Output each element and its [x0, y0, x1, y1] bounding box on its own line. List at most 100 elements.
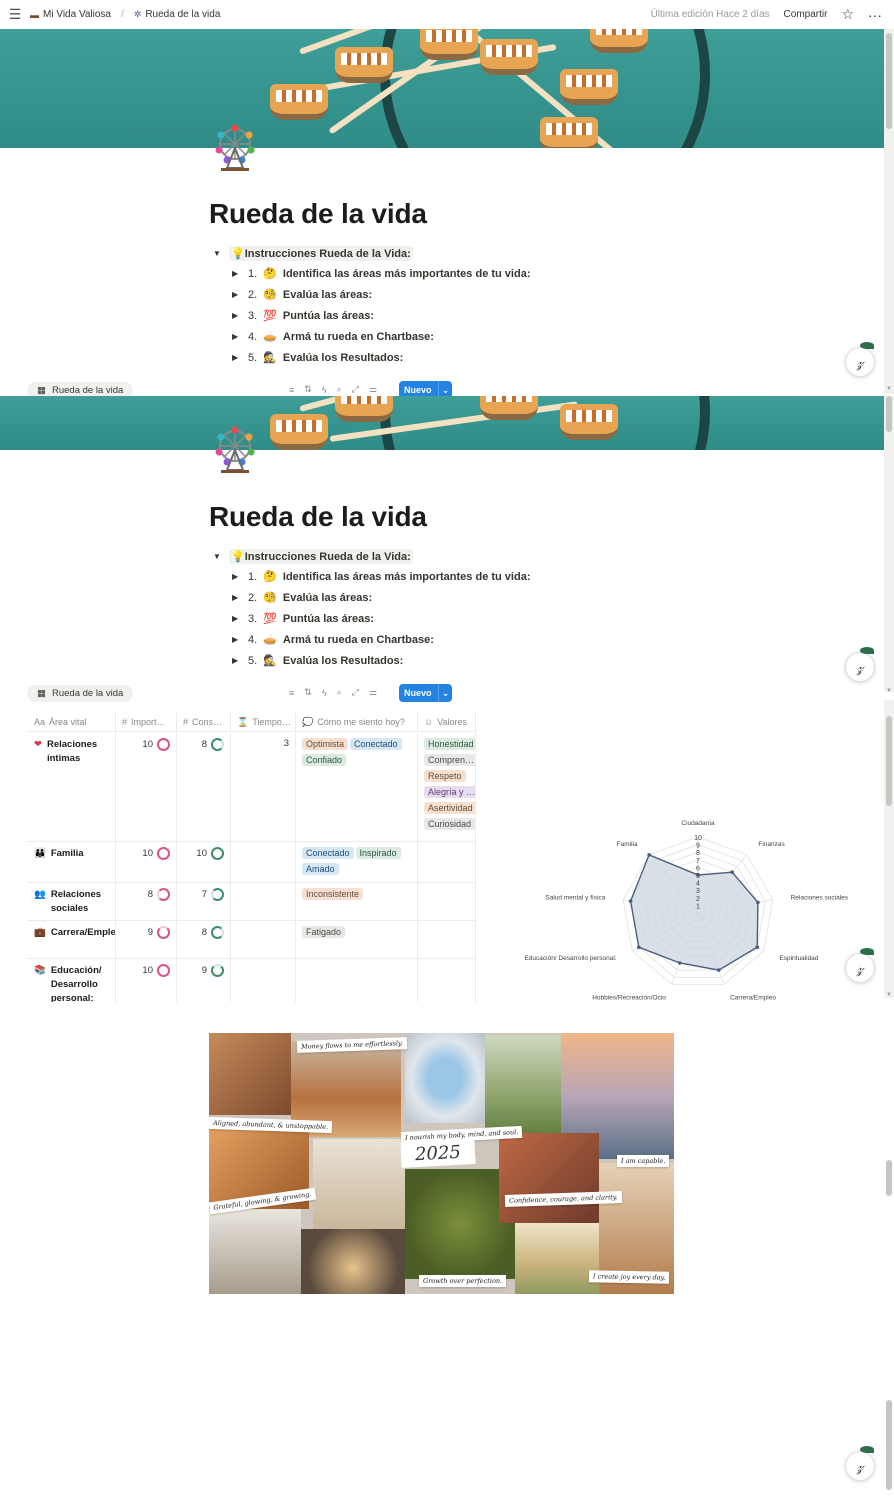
new-button[interactable]: Nuevo ⌄ — [399, 684, 452, 702]
instructions-title: Instrucciones Rueda de la Vida: — [244, 248, 411, 260]
step-toggle[interactable]: ▶ 4. 🥧 Armá tu rueda en Chartbase: — [232, 330, 434, 344]
step-toggle[interactable]: ▶ 2. 🧐 Evalúa las áreas: — [232, 288, 372, 302]
photo-friends — [499, 1133, 599, 1223]
step-toggle[interactable]: ▶ 5. 🕵 Evalúa los Resultados: — [232, 654, 403, 668]
table-row[interactable]: 💼 Carrera/Empleo 9 8 Fatigado — [28, 921, 476, 959]
automation-icon[interactable]: ϟ — [322, 385, 327, 395]
triangle-down-icon[interactable]: ▼ — [213, 552, 223, 561]
radar-point — [678, 961, 682, 965]
share-button[interactable]: Compartir — [784, 9, 828, 20]
filter-icon[interactable]: ≡ — [289, 688, 294, 698]
triangle-right-icon[interactable]: ▶ — [232, 572, 242, 581]
triangle-right-icon[interactable]: ▶ — [232, 614, 242, 623]
assistant-avatar-button[interactable]: 𝓏 — [845, 342, 875, 377]
step-number: 5. — [248, 654, 258, 667]
expand-icon[interactable]: ⤢ — [352, 384, 359, 395]
step-toggle[interactable]: ▶ 1. 🤔 Identifica las áreas más importantes… — [232, 267, 530, 281]
scrollbar-track[interactable] — [884, 396, 894, 692]
radar-tick-label: 9 — [696, 843, 700, 850]
scrollbar-track[interactable] — [884, 700, 894, 998]
assistant-avatar-button[interactable]: 𝓏 — [845, 647, 875, 682]
chevron-down-icon[interactable]: ⌄ — [438, 684, 452, 702]
column-label: Valores — [437, 717, 468, 727]
triangle-right-icon[interactable]: ▶ — [232, 290, 242, 299]
column-header-area[interactable]: Aa Área vital — [28, 712, 116, 732]
scrollbar-thumb[interactable] — [886, 33, 892, 129]
column-header-valores[interactable]: ☺ Valores — [418, 712, 476, 732]
column-header-feel[interactable]: 💭 Cómo me siento hoy? — [296, 712, 418, 732]
cover-image — [0, 29, 884, 148]
number-property-icon: # — [183, 717, 189, 727]
importancia-value: 10 — [142, 848, 153, 859]
affirmation-note: I create joy every day. — [588, 1270, 670, 1284]
breadcrumb-workspace[interactable]: Mi Vida Valiosa — [43, 9, 111, 20]
search-icon[interactable]: ⌕ — [337, 384, 342, 395]
column-header-tiempo[interactable]: ⌛ Tiempo… — [231, 712, 296, 732]
view-tab-label: Rueda de la vida — [51, 687, 124, 699]
triangle-right-icon[interactable]: ▶ — [232, 353, 242, 362]
step-toggle[interactable]: ▶ 2. 🧐 Evalúa las áreas: — [232, 591, 372, 605]
column-label: Área vital — [49, 717, 87, 727]
new-button-label: Nuevo — [404, 385, 432, 395]
step-toggle[interactable]: ▶ 5. 🕵 Evalúa los Resultados: — [232, 351, 403, 365]
triangle-right-icon[interactable]: ▶ — [232, 332, 242, 341]
progress-ring — [211, 847, 224, 860]
column-header-consistencia[interactable]: # Cons… — [177, 712, 231, 732]
step-toggle[interactable]: ▶ 3. 💯 Puntúa las áreas: — [232, 612, 374, 626]
scroll-down-arrow-icon[interactable]: ▼ — [886, 386, 892, 392]
scrollbar-thumb[interactable] — [886, 1400, 892, 1490]
triangle-right-icon[interactable]: ▶ — [232, 635, 242, 644]
settings-icon[interactable]: ⚌ — [369, 384, 377, 395]
step-toggle[interactable]: ▶ 4. 🥧 Armá tu rueda en Chartbase: — [232, 633, 434, 647]
scrollbar-thumb[interactable] — [886, 396, 892, 432]
instructions-toggle[interactable]: ▼ 💡Instrucciones Rueda de la Vida: — [213, 246, 413, 261]
radar-point — [628, 899, 633, 903]
view-tab[interactable]: ▦ Rueda de la vida — [27, 684, 134, 702]
radar-tick-label: 10 — [694, 835, 702, 842]
database-toolbar: ▦ Rueda de la vida ≡ ⇅ ϟ ⌕ ⤢ ⚌ Nuevo ⌄ — [27, 683, 467, 703]
triangle-right-icon[interactable]: ▶ — [232, 311, 242, 320]
filter-icon[interactable]: ≡ — [289, 385, 294, 395]
table-row[interactable]: 👥 Relaciones sociales 8 7 Inconsistente — [28, 883, 476, 921]
column-header-importancia[interactable]: # Import… — [116, 712, 177, 732]
assistant-avatar-button[interactable]: 𝓏 — [845, 1446, 875, 1481]
automation-icon[interactable]: ϟ — [322, 688, 327, 698]
scrollbar-track[interactable] — [884, 29, 894, 394]
importancia-value: 10 — [142, 965, 153, 976]
workspace-icon: ▬ — [30, 9, 39, 20]
instructions-toggle[interactable]: ▼ 💡Instrucciones Rueda de la Vida: — [213, 549, 413, 564]
value-tag: Honestidad — [424, 738, 475, 750]
value-tag: Curiosidad — [424, 818, 475, 830]
table-row[interactable]: 📚 Educación/ Desarrollo personal: 10 9 — [28, 959, 476, 1002]
area-name: Carrera/Empleo — [50, 927, 116, 938]
table-row[interactable]: 👪 Familia 10 10 Conectado Inspirado Amado — [28, 842, 476, 883]
assistant-avatar-button[interactable]: 𝓏 — [845, 948, 875, 983]
menu-icon[interactable]: ☰ — [0, 6, 30, 23]
sort-icon[interactable]: ⇅ — [304, 687, 312, 698]
scroll-down-arrow-icon[interactable]: ▼ — [886, 992, 892, 998]
triangle-down-icon[interactable]: ▼ — [213, 249, 223, 258]
radar-point — [647, 853, 651, 857]
sort-icon[interactable]: ⇅ — [304, 384, 312, 395]
scrollbar-thumb[interactable] — [886, 716, 892, 806]
step-toggle[interactable]: ▶ 1. 🤔 Identifica las áreas más importantes… — [232, 570, 530, 584]
breadcrumb-page[interactable]: Rueda de la vida — [145, 9, 220, 20]
table-row[interactable]: ❤ Relaciones íntimas 10 8 3 Optimista Cone… — [28, 733, 476, 842]
more-icon[interactable]: ··· — [868, 7, 882, 23]
triangle-right-icon[interactable]: ▶ — [232, 656, 242, 665]
settings-icon[interactable]: ⚌ — [369, 687, 377, 698]
expand-icon[interactable]: ⤢ — [352, 687, 359, 698]
step-number: 4. — [248, 330, 258, 343]
radar-tick-label: 3 — [696, 888, 700, 895]
monocle-face-icon: 🧐 — [263, 592, 277, 604]
hundred-points-icon: 💯 — [263, 613, 277, 625]
star-icon[interactable]: ☆ — [841, 6, 854, 23]
ferris-wheel-icon: ✲ — [133, 9, 142, 19]
scroll-down-arrow-icon[interactable]: ▼ — [886, 688, 892, 694]
step-toggle[interactable]: ▶ 3. 💯 Puntúa las áreas: — [232, 309, 374, 323]
triangle-right-icon[interactable]: ▶ — [232, 269, 242, 278]
search-icon[interactable]: ⌕ — [337, 687, 342, 698]
triangle-right-icon[interactable]: ▶ — [232, 593, 242, 602]
scrollbar-thumb[interactable] — [886, 1160, 892, 1196]
breadcrumb-separator: / — [121, 9, 124, 20]
